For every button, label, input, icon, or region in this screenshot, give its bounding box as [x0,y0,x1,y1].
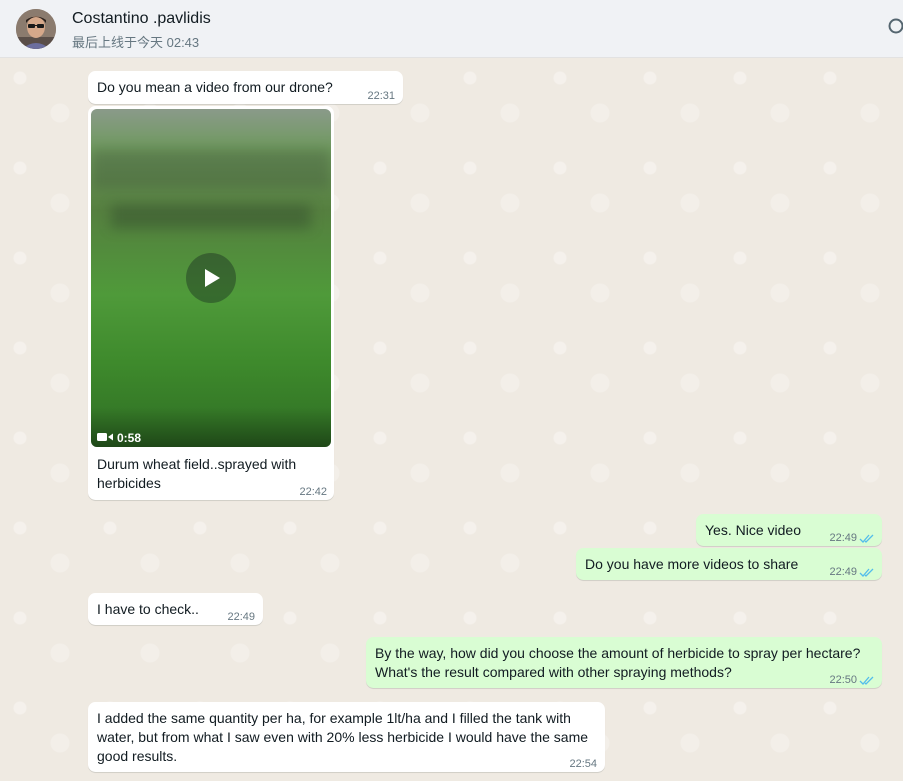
message-incoming[interactable]: I have to check.. 22:49 [88,593,263,625]
message-text-line: good results. [97,748,178,764]
search-icon[interactable] [887,17,903,39]
message-text-line: By the way, how did you choose the amoun… [375,645,861,661]
message-outgoing[interactable]: By the way, how did you choose the amoun… [366,637,882,688]
message-time: 22:49 [227,611,255,623]
video-thumbnail[interactable]: 0:58 [91,109,331,447]
message-outgoing[interactable]: Do you have more videos to share 22:49 [576,548,882,580]
video-caption-line: herbicides [97,475,161,491]
message-text: Do you have more videos to share [585,556,799,572]
message-text: Yes. Nice video [705,522,801,538]
play-icon[interactable] [186,253,236,303]
last-seen-status: 最后上线于今天 02:43 [72,35,200,50]
message-incoming[interactable]: Do you mean a video from our drone? 22:3… [88,71,403,104]
video-caption-line: Durum wheat field..sprayed with [97,456,297,472]
message-text-line: I added the same quantity per ha, for ex… [97,710,571,726]
message-time: 22:31 [367,90,395,102]
contact-avatar[interactable] [16,9,56,49]
double-check-icon [859,672,875,685]
video-duration: 0:58 [97,429,141,447]
message-text-line: What's the result compared with other sp… [375,664,732,680]
message-list: Do you mean a video from our drone? 22:3… [0,58,903,781]
chat-header: Costantino .pavlidis 最后上线于今天 02:43 [0,0,903,58]
message-text: Do you mean a video from our drone? [97,79,333,95]
message-time: 22:42 [299,486,327,498]
message-incoming-video[interactable]: 0:58 Durum wheat field..sprayed with her… [88,106,334,500]
message-time: 22:50 [829,674,857,686]
message-incoming[interactable]: I added the same quantity per ha, for ex… [88,702,605,772]
video-camera-icon [97,429,113,447]
message-time: 22:49 [829,532,857,544]
contact-name[interactable]: Costantino .pavlidis [72,10,211,28]
message-text: I have to check.. [97,601,199,617]
video-duration-text: 0:58 [117,431,142,445]
double-check-icon [859,564,875,577]
double-check-icon [859,530,875,543]
message-text-line: water, but from what I saw even with 20%… [97,729,589,745]
message-outgoing[interactable]: Yes. Nice video 22:49 [696,514,882,546]
message-time: 22:54 [569,758,597,770]
message-time: 22:49 [829,566,857,578]
